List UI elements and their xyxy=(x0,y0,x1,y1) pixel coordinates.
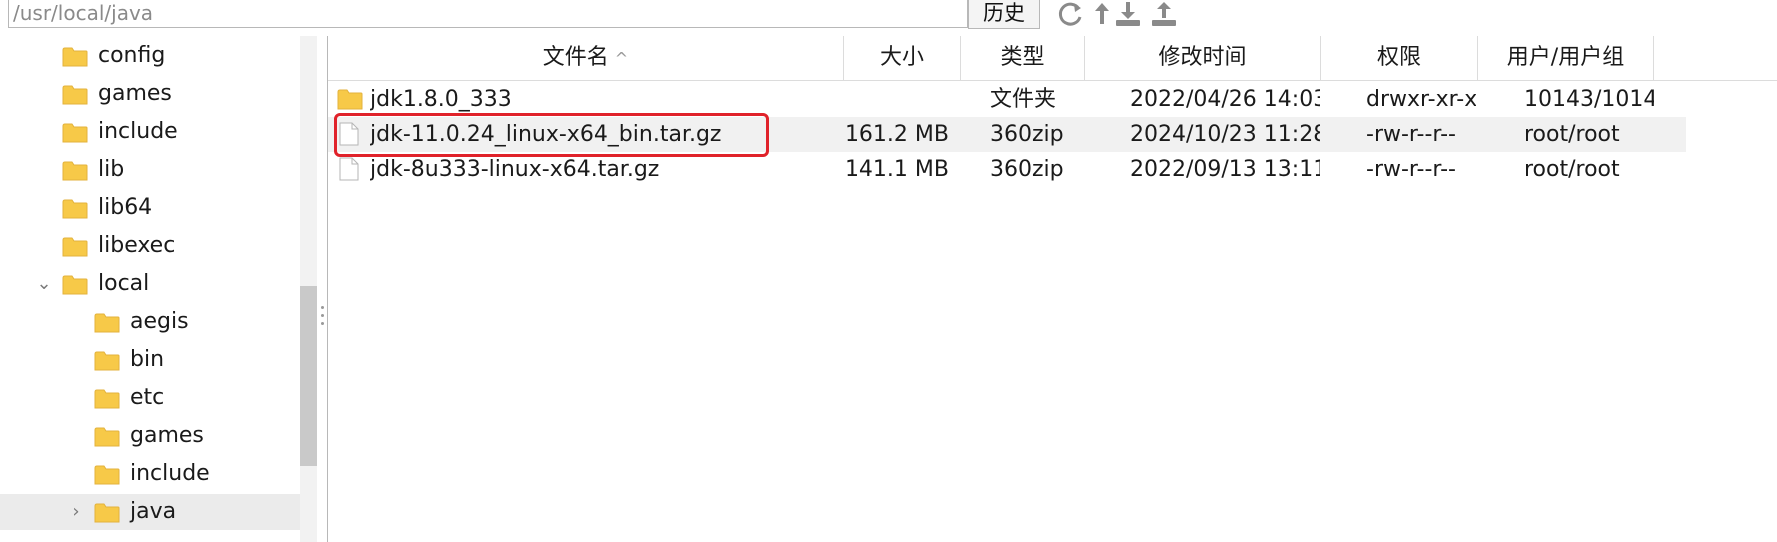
column-header-type[interactable]: 类型 xyxy=(961,36,1085,80)
tree-item-aegis[interactable]: aegis xyxy=(0,304,300,340)
file-owner: root/root xyxy=(1524,157,1620,182)
scrollbar-thumb[interactable] xyxy=(300,286,317,466)
tree-item-label: games xyxy=(130,423,204,448)
grip-dot xyxy=(321,322,324,325)
tree-item-lib[interactable]: lib xyxy=(0,152,300,188)
tree-item-label: lib64 xyxy=(98,195,153,220)
folder-icon xyxy=(94,503,120,523)
file-owner: root/root xyxy=(1524,122,1620,147)
folder-icon xyxy=(62,237,88,257)
column-header-size[interactable]: 大小 xyxy=(844,36,961,80)
tree-item-label: include xyxy=(130,461,210,486)
tree-item-bin[interactable]: bin xyxy=(0,342,300,378)
grip-dot xyxy=(321,314,324,317)
file-owner: 10143/10143 xyxy=(1524,87,1654,112)
tree-item-label: config xyxy=(98,43,166,68)
file-size xyxy=(844,82,949,117)
folder-icon xyxy=(62,199,88,219)
grip-dot xyxy=(321,306,324,309)
tree-item-label: include xyxy=(98,119,178,144)
file-permissions: -rw-r--r-- xyxy=(1366,157,1456,182)
tree-item-etc[interactable]: etc xyxy=(0,380,300,416)
file-name: jdk-8u333-linux-x64.tar.gz xyxy=(370,157,660,182)
path-input[interactable]: /usr/local/java xyxy=(8,0,968,28)
file-modified: 2022/04/26 14:03 xyxy=(1130,87,1320,112)
tree-item-label: etc xyxy=(130,385,165,410)
column-header-permissions[interactable]: 权限 xyxy=(1321,36,1478,80)
file-permissions: drwxr-xr-x xyxy=(1366,87,1476,112)
table-row[interactable]: jdk-11.0.24_linux-x64_bin.tar.gz 161.2 M… xyxy=(328,117,1686,152)
table-row[interactable]: jdk1.8.0_333 文件夹 2022/04/26 14:03 drwxr-… xyxy=(328,82,1686,117)
tree-item-include[interactable]: include xyxy=(0,114,300,150)
table-header: 文件名 ^ 大小 类型 修改时间 权限 用户/用户组 xyxy=(328,36,1777,81)
sort-ascending-icon: ^ xyxy=(614,49,629,68)
tree-item-label: bin xyxy=(130,347,165,372)
file-type: 文件夹 xyxy=(990,87,1057,112)
tree-item-config[interactable]: config xyxy=(0,38,300,74)
tree-item-local[interactable]: ⌄ local xyxy=(0,266,300,302)
history-button[interactable]: 历史 xyxy=(968,0,1040,29)
file-name: jdk-11.0.24_linux-x64_bin.tar.gz xyxy=(370,122,722,147)
folder-icon xyxy=(94,351,120,371)
tree-item-java[interactable]: › java xyxy=(0,494,300,530)
file-modified: 2022/09/13 13:11 xyxy=(1130,157,1320,182)
folder-icon xyxy=(94,465,120,485)
tree-item-label: lib xyxy=(98,157,125,182)
tree-item-label: local xyxy=(98,271,150,296)
file-modified: 2024/10/23 11:28 xyxy=(1130,122,1320,147)
folder-icon xyxy=(62,123,88,143)
column-label: 文件名 xyxy=(542,45,609,70)
folder-icon xyxy=(62,85,88,105)
tree-item-lib64[interactable]: lib64 xyxy=(0,190,300,226)
column-header-owner[interactable]: 用户/用户组 xyxy=(1478,36,1654,80)
file-icon xyxy=(339,122,359,146)
tree-item-include[interactable]: include xyxy=(0,456,300,492)
folder-icon xyxy=(94,389,120,409)
folder-icon xyxy=(62,161,88,181)
file-permissions: -rw-r--r-- xyxy=(1366,122,1456,147)
folder-icon xyxy=(94,427,120,447)
folder-icon xyxy=(62,275,88,295)
download-icon[interactable] xyxy=(1113,0,1143,28)
tree-item-label: aegis xyxy=(130,309,189,334)
file-type: 360zip xyxy=(990,122,1064,147)
tree-item-label: games xyxy=(98,81,172,106)
tree-item-games[interactable]: games xyxy=(0,418,300,454)
file-table: 文件名 ^ 大小 类型 修改时间 权限 用户/用户组 jdk1.8.0_333 文… xyxy=(327,36,1777,542)
file-name: jdk1.8.0_333 xyxy=(370,87,512,112)
folder-icon xyxy=(94,313,120,333)
tree-scrollbar[interactable] xyxy=(300,36,317,542)
chevron-down-icon[interactable]: ⌄ xyxy=(36,266,52,302)
toolbar: /usr/local/java 历史 xyxy=(0,0,1777,32)
file-icon xyxy=(339,157,359,181)
pane-splitter[interactable] xyxy=(317,36,327,542)
column-header-name[interactable]: 文件名 ^ xyxy=(328,36,844,80)
file-type: 360zip xyxy=(990,157,1064,182)
chevron-right-icon[interactable]: › xyxy=(68,494,84,530)
tree-item-games[interactable]: games xyxy=(0,76,300,112)
column-header-modified[interactable]: 修改时间 xyxy=(1085,36,1321,80)
tree-item-label: libexec xyxy=(98,233,176,258)
directory-tree: config games include lib lib64 libexec ⌄… xyxy=(0,36,300,542)
tree-item-label: java xyxy=(130,499,177,524)
folder-icon xyxy=(62,47,88,67)
tree-item-libexec[interactable]: libexec xyxy=(0,228,300,264)
refresh-icon[interactable] xyxy=(1055,0,1085,28)
file-size: 141.1 MB xyxy=(844,157,949,182)
upload-icon[interactable] xyxy=(1149,0,1179,28)
file-size: 161.2 MB xyxy=(844,122,949,147)
table-row[interactable]: jdk-8u333-linux-x64.tar.gz 141.1 MB 360z… xyxy=(328,152,1686,187)
folder-icon xyxy=(337,89,363,110)
